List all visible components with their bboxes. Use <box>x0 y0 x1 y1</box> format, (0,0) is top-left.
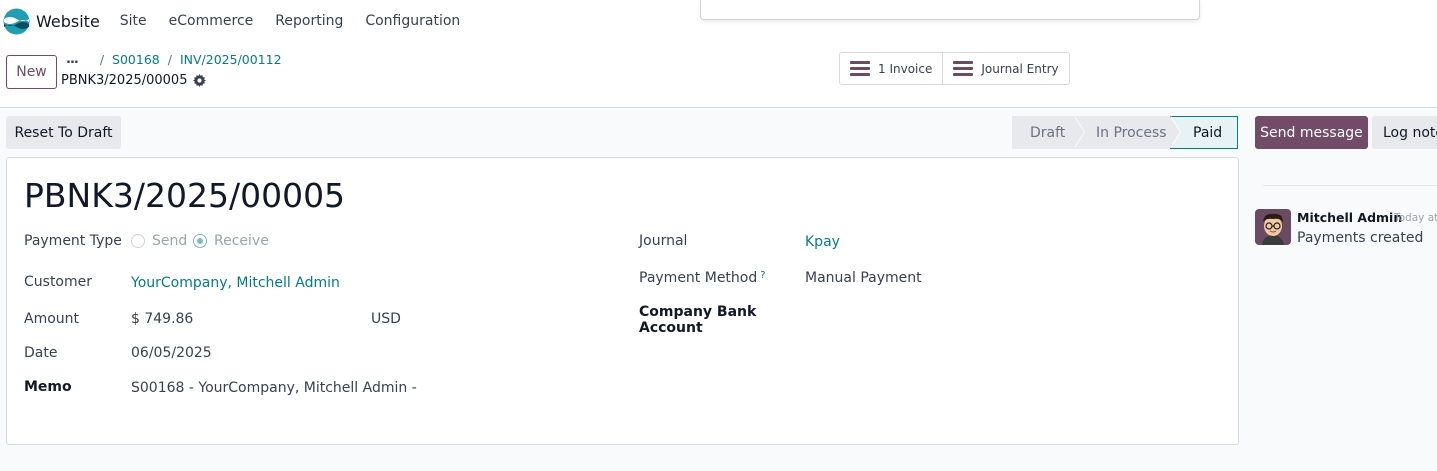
gear-icon[interactable] <box>193 74 207 87</box>
menu-configuration[interactable]: Configuration <box>365 13 460 29</box>
journal-entry-smart-button[interactable]: Journal Entry <box>942 53 1068 84</box>
app-name: Website <box>36 11 100 31</box>
breadcrumb-separator: / <box>99 52 105 67</box>
breadcrumb-ellipsis[interactable]: ... <box>66 52 79 67</box>
breadcrumb-separator: / <box>167 52 172 67</box>
payment-method-label-text: Payment Method <box>639 270 758 286</box>
smart-buttons: 1 Invoice Journal Entry <box>839 52 1070 85</box>
chatter-divider <box>1263 185 1437 186</box>
stage-label: Paid <box>1193 124 1223 141</box>
payment-type-receive-option[interactable]: Receive <box>193 233 269 249</box>
breadcrumb: ... / S00168 / INV/2025/00112 <box>66 52 282 67</box>
journal-label: Journal <box>639 233 688 249</box>
stage-in-process[interactable]: In Process <box>1074 116 1181 149</box>
invoice-smart-button-label: 1 Invoice <box>878 61 933 76</box>
customer-field[interactable]: YourCompany, Mitchell Admin <box>131 275 340 291</box>
new-button[interactable]: New <box>6 55 57 89</box>
form-sheet: PBNK3/2025/00005 Payment Type Send Recei… <box>6 157 1239 445</box>
status-stages: Draft In Process Paid <box>1012 116 1238 149</box>
date-label: Date <box>24 345 58 361</box>
breadcrumb-current-record: PBNK3/2025/00005 <box>61 73 188 88</box>
menu-reporting[interactable]: Reporting <box>275 13 343 29</box>
record-name-line: PBNK3/2025/00005 <box>61 73 207 88</box>
breadcrumb-invoice[interactable]: INV/2025/00112 <box>180 52 282 67</box>
currency-field[interactable]: USD <box>371 311 401 327</box>
customer-label: Customer <box>24 274 93 290</box>
company-bank-account-label-line2: Account <box>639 320 703 336</box>
log-note-button[interactable]: Log note <box>1372 116 1437 149</box>
website-app-icon <box>3 8 30 34</box>
send-message-button[interactable]: Send message <box>1255 116 1368 149</box>
amount-field[interactable]: $ 749.86 <box>131 311 193 327</box>
breadcrumb-sale-order[interactable]: S00168 <box>112 52 160 67</box>
radio-label: Send <box>152 233 188 249</box>
journal-field[interactable]: Kpay <box>805 234 840 250</box>
message-author[interactable]: Mitchell Admin <box>1297 210 1402 225</box>
message-body: Payments created <box>1297 230 1424 246</box>
payment-type-label: Payment Type <box>24 233 122 249</box>
list-icon <box>953 61 974 76</box>
journal-entry-smart-button-label: Journal Entry <box>981 61 1059 76</box>
menu-ecommerce[interactable]: eCommerce <box>169 13 254 29</box>
stage-draft[interactable]: Draft <box>1012 116 1085 149</box>
message-date: Today at <box>1394 212 1437 224</box>
company-bank-account-label-line1: Company Bank <box>639 304 757 320</box>
dropdown-panel <box>700 0 1200 20</box>
payment-method-label: Payment Method? <box>639 270 766 286</box>
radio-checked-icon <box>193 234 207 248</box>
date-field[interactable]: 06/05/2025 <box>131 345 212 361</box>
payment-type-send-option[interactable]: Send <box>131 233 187 249</box>
payment-method-field[interactable]: Manual Payment <box>805 270 922 286</box>
stage-label: Draft <box>1030 124 1066 141</box>
help-icon[interactable]: ? <box>760 270 765 281</box>
radio-label: Receive <box>214 233 269 249</box>
invoice-smart-button[interactable]: 1 Invoice <box>840 53 942 84</box>
user-avatar-icon <box>1255 209 1291 245</box>
app-brand[interactable]: Website <box>3 8 120 35</box>
memo-field[interactable]: S00168 - YourCompany, Mitchell Admin - <box>131 380 417 396</box>
radio-icon <box>131 234 145 248</box>
reset-to-draft-button[interactable]: Reset To Draft <box>6 116 121 149</box>
record-title: PBNK3/2025/00005 <box>24 176 346 215</box>
memo-label: Memo <box>24 379 72 395</box>
company-bank-account-label: Company Bank Account <box>639 304 756 336</box>
control-panel: New ... / S00168 / INV/2025/00112 PBNK3/… <box>0 42 1437 108</box>
avatar[interactable] <box>1255 209 1291 245</box>
list-icon <box>850 61 870 76</box>
amount-label: Amount <box>24 311 80 327</box>
menu-site[interactable]: Site <box>120 13 147 29</box>
stage-label: In Process <box>1096 124 1167 141</box>
